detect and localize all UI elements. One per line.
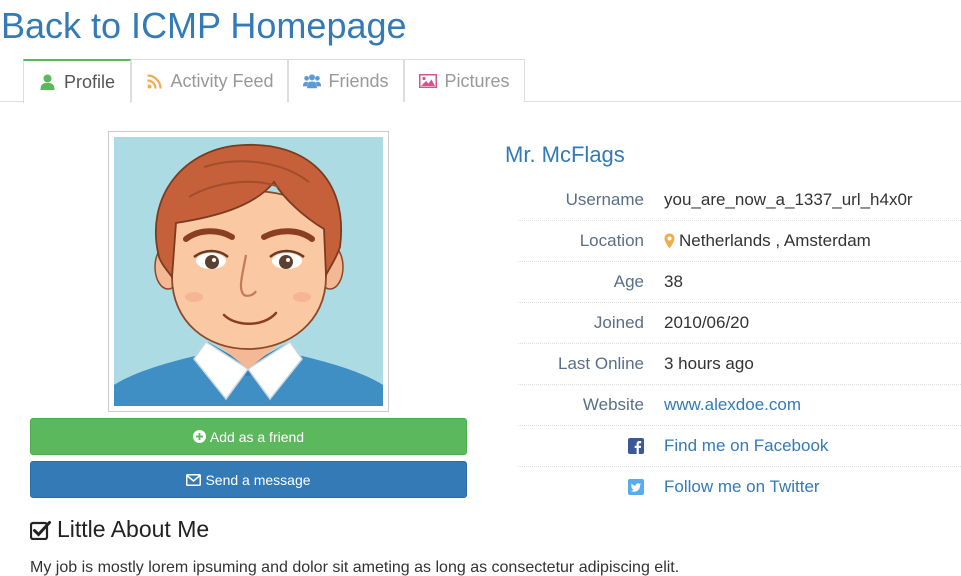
profile-name: Mr. McFlags (505, 142, 625, 167)
send-message-label: Send a message (205, 471, 311, 488)
back-to-homepage-link[interactable]: Back to ICMP Homepage (1, 4, 407, 48)
info-label: Age (613, 272, 644, 291)
age-value: 38 (664, 272, 683, 291)
twitter-link[interactable]: Follow me on Twitter (664, 477, 820, 497)
plus-circle-icon (192, 430, 206, 443)
about-text: My job is mostly lorem ipsuming and dolo… (30, 559, 680, 576)
about-heading: Little About Me (30, 516, 209, 543)
info-row-facebook: Find me on Facebook (518, 426, 961, 467)
info-row-age: Age 38 (518, 262, 961, 303)
tab-profile[interactable]: Profile (23, 59, 131, 103)
info-row-joined: Joined 2010/06/20 (518, 303, 961, 344)
info-row-location: Location Netherlands , Amsterdam (518, 221, 961, 262)
joined-value: 2010/06/20 (664, 313, 750, 332)
tab-activity-feed[interactable]: Activity Feed (131, 59, 288, 102)
last-online-value: 3 hours ago (664, 354, 754, 373)
info-label: Username (565, 190, 644, 209)
info-label: Website (582, 395, 644, 414)
info-row-website: Website www.alexdoe.com (518, 385, 961, 426)
website-link[interactable]: www.alexdoe.com (664, 395, 801, 415)
envelope-icon (186, 473, 202, 486)
tab-pictures[interactable]: Pictures (404, 59, 525, 102)
tab-label: Pictures (444, 70, 510, 91)
info-label: Location (579, 231, 644, 250)
info-row-twitter: Follow me on Twitter (518, 467, 961, 508)
rss-icon (145, 72, 163, 90)
tab-label: Friends (328, 70, 389, 91)
info-row-last-online: Last Online 3 hours ago (518, 344, 961, 385)
avatar-illustration (114, 137, 383, 406)
user-icon (39, 73, 57, 91)
facebook-link[interactable]: Find me on Facebook (664, 436, 828, 456)
info-label: Joined (593, 313, 644, 332)
facebook-icon (628, 438, 644, 454)
profile-avatar (108, 131, 389, 412)
map-marker-icon (664, 233, 675, 249)
location-value: Netherlands , Amsterdam (679, 231, 871, 250)
about-heading-text: Little About Me (57, 516, 210, 542)
tab-label: Profile (63, 71, 116, 92)
checkbox-checked-icon (30, 520, 51, 540)
info-row-username: Username you_are_now_a_1337_url_h4x0r (518, 180, 961, 221)
tab-friends[interactable]: Friends (288, 59, 404, 102)
info-label: Last Online (558, 354, 644, 373)
add-friend-label: Add as a friend (209, 428, 305, 445)
location-value-wrap: Netherlands , Amsterdam (664, 231, 871, 251)
profile-tabs: Profile Activity Feed Friends Pictures (0, 59, 961, 103)
send-message-button[interactable]: Send a message (30, 461, 467, 498)
users-icon (303, 72, 322, 90)
username-value: you_are_now_a_1337_url_h4x0r (664, 190, 913, 209)
add-friend-button[interactable]: Add as a friend (30, 418, 467, 455)
twitter-icon (628, 479, 644, 495)
tab-label: Activity Feed (170, 70, 274, 91)
picture-icon (419, 72, 438, 90)
